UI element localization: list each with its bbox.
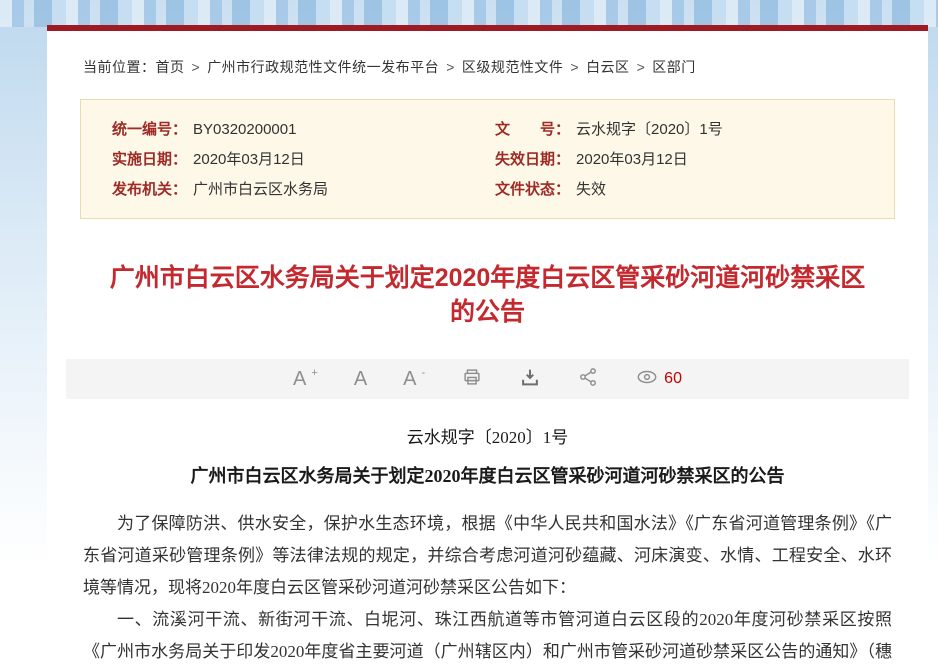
meta-label-doc-number: 文 号：: [495, 118, 570, 139]
print-button[interactable]: [461, 366, 483, 392]
document-number: 云水规字〔2020〕1号: [47, 423, 928, 448]
meta-label-file-status: 文件状态：: [495, 178, 570, 199]
view-count-button[interactable]: 60: [635, 366, 682, 392]
meta-value-effective-date: 2020年03月12日: [193, 148, 305, 169]
breadcrumb-item-home[interactable]: 首页: [156, 59, 185, 75]
meta-label-expiry-date: 失效日期：: [495, 148, 570, 169]
meta-label-effective-date: 实施日期：: [112, 148, 187, 169]
download-button[interactable]: [519, 366, 541, 392]
meta-row: 发布机关： 广州市白云区水务局 文件状态： 失效: [81, 173, 894, 203]
document-body: 为了保障防洪、供水安全，保护水生态环境，根据《中华人民共和国水法》《广东省河道管…: [83, 508, 892, 667]
breadcrumb-separator: >: [570, 59, 579, 75]
meta-label-issuing-agency: 发布机关：: [112, 178, 187, 199]
breadcrumb-separator: >: [192, 59, 201, 75]
breadcrumb-item-platform[interactable]: 广州市行政规范性文件统一发布平台: [207, 59, 439, 75]
meta-value-expiry-date: 2020年03月12日: [576, 148, 688, 169]
meta-row: 实施日期： 2020年03月12日 失效日期： 2020年03月12日: [81, 143, 894, 173]
meta-value-unified-number: BY0320200001: [193, 121, 296, 138]
breadcrumb-item-department[interactable]: 区部门: [652, 59, 696, 75]
share-icon: [577, 366, 599, 392]
document-paragraph: 为了保障防洪、供水安全，保护水生态环境，根据《中华人民共和国水法》《广东省河道管…: [83, 508, 892, 604]
meta-label-unified-number: 统一编号：: [112, 118, 187, 139]
printer-icon: [461, 366, 483, 392]
view-count: 60: [664, 371, 682, 387]
font-normal-button[interactable]: A: [354, 369, 367, 389]
meta-row: 统一编号： BY0320200001 文 号： 云水规字〔2020〕1号: [81, 113, 894, 143]
eye-icon: [635, 366, 659, 392]
share-button[interactable]: [577, 366, 599, 392]
meta-value-doc-number: 云水规字〔2020〕1号: [576, 118, 723, 139]
page-title: 广州市白云区水务局关于划定2020年度白云区管采砂河道河砂禁采区的公告: [107, 261, 868, 329]
breadcrumb-item-district-files[interactable]: 区级规范性文件: [462, 59, 564, 75]
meta-value-issuing-agency: 广州市白云区水务局: [193, 178, 328, 199]
skyline-background: [0, 0, 938, 27]
document-meta-box: 统一编号： BY0320200001 文 号： 云水规字〔2020〕1号 实施日…: [80, 99, 895, 219]
download-icon: [519, 366, 541, 392]
breadcrumb: 当前位置：首页 > 广州市行政规范性文件统一发布平台 > 区级规范性文件 > 白云区 > 区部门: [83, 57, 928, 77]
content-card: 当前位置：首页 > 广州市行政规范性文件统一发布平台 > 区级规范性文件 > 白云区 > 区部门…: [47, 25, 928, 667]
font-decrease-button[interactable]: A-: [403, 369, 425, 389]
document-toolbar: A+ A A-: [66, 359, 909, 399]
breadcrumb-label: 当前位置：: [83, 59, 156, 75]
document-content: 云水规字〔2020〕1号 广州市白云区水务局关于划定2020年度白云区管采砂河道…: [47, 423, 928, 667]
font-increase-button[interactable]: A+: [293, 369, 318, 389]
breadcrumb-separator: >: [446, 59, 455, 75]
meta-value-file-status: 失效: [576, 178, 606, 199]
document-paragraph: 一、流溪河干流、新街河干流、白坭河、珠江西航道等市管河道白云区段的2020年度河…: [83, 604, 892, 667]
breadcrumb-item-baiyun[interactable]: 白云区: [586, 59, 630, 75]
breadcrumb-separator: >: [637, 59, 646, 75]
document-title: 广州市白云区水务局关于划定2020年度白云区管采砂河道河砂禁采区的公告: [47, 462, 928, 488]
